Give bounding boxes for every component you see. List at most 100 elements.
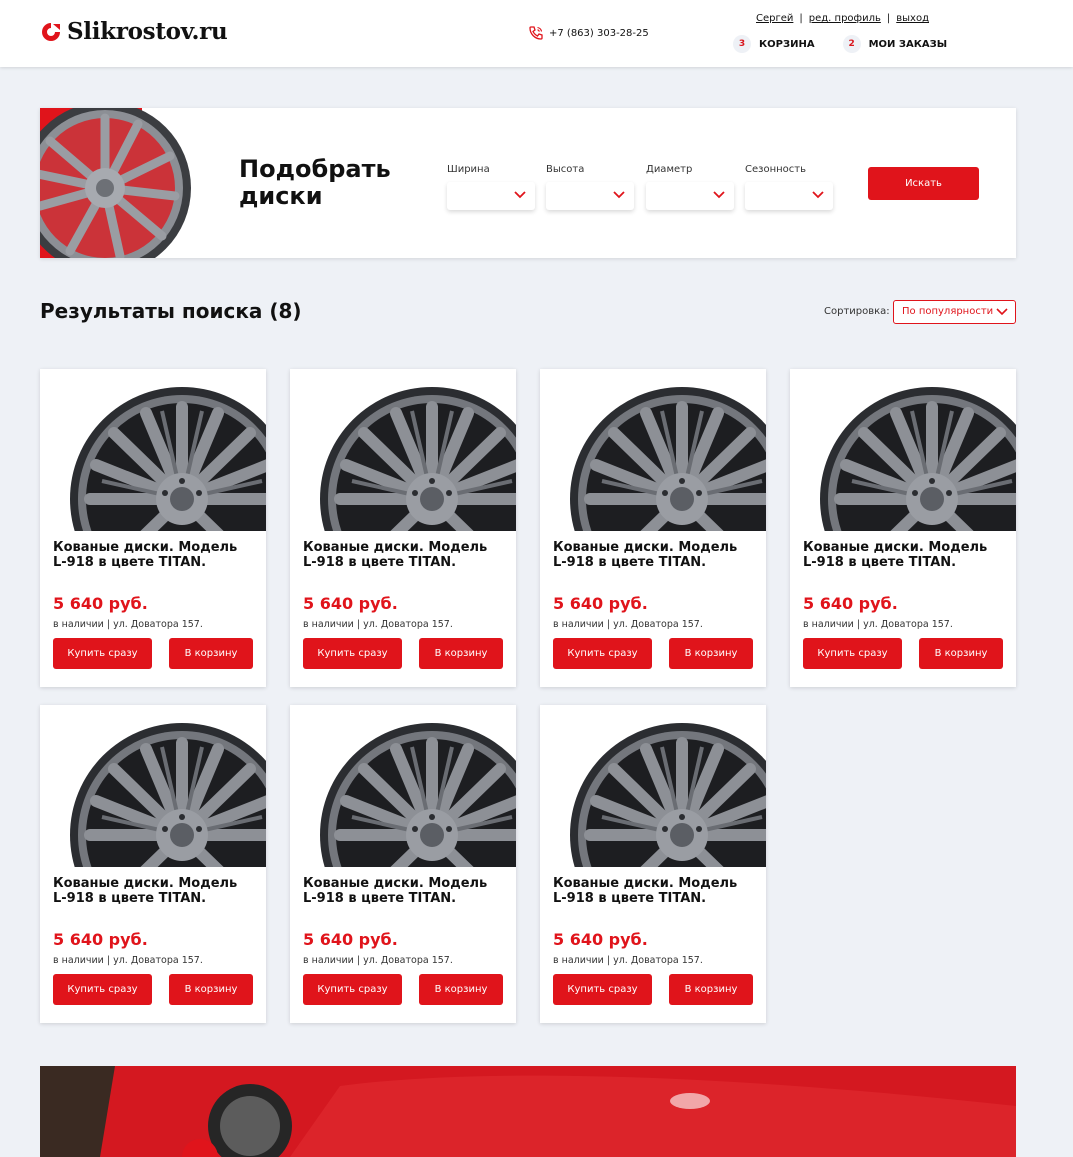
product-card[interactable]: Кованые диски. Модель L-918 в цвете TITA… xyxy=(40,705,266,1023)
buy-now-button[interactable]: Купить сразу xyxy=(803,638,902,669)
user-profile-link[interactable]: Сергей xyxy=(756,13,793,24)
sort-select[interactable]: По популярности xyxy=(893,300,1016,324)
product-image[interactable] xyxy=(40,369,266,531)
filter-title: Подобрать диски xyxy=(239,155,391,210)
product-stock: в наличии | ул. Доватора 157. xyxy=(53,619,203,630)
product-image[interactable] xyxy=(40,705,266,867)
product-image[interactable] xyxy=(790,369,1016,531)
orders-link[interactable]: 2 МОИ ЗАКАЗЫ xyxy=(842,35,948,53)
buy-now-button[interactable]: Купить сразу xyxy=(303,638,402,669)
product-stock: в наличии | ул. Доватора 157. xyxy=(553,619,703,630)
product-stock: в наличии | ул. Доватора 157. xyxy=(553,955,703,966)
diameter-label: Диаметр xyxy=(646,164,693,175)
logo-text: Slikrostov.ru xyxy=(67,18,228,45)
user-links: Сергей | ред. профиль | выход xyxy=(756,13,929,24)
add-to-cart-button[interactable]: В корзину xyxy=(669,638,753,669)
cart-link[interactable]: 3 КОРЗИНА xyxy=(733,35,815,53)
product-title[interactable]: Кованые диски. Модель L-918 в цвете TITA… xyxy=(803,540,1003,570)
buy-now-button[interactable]: Купить сразу xyxy=(553,638,652,669)
product-price: 5 640 руб. xyxy=(553,594,648,613)
orders-count-badge: 2 xyxy=(842,35,861,53)
product-title[interactable]: Кованые диски. Модель L-918 в цвете TITA… xyxy=(53,540,253,570)
width-field: Ширина xyxy=(447,164,535,210)
buy-now-button[interactable]: Купить сразу xyxy=(303,974,402,1005)
add-to-cart-button[interactable]: В корзину xyxy=(419,638,503,669)
width-label: Ширина xyxy=(447,164,490,175)
cart-links: 3 КОРЗИНА 2 МОИ ЗАКАЗЫ xyxy=(733,35,975,53)
product-title[interactable]: Кованые диски. Модель L-918 в цвете TITA… xyxy=(553,876,753,906)
phone-number: +7 (863) 303-28-25 xyxy=(549,27,649,39)
wheel-image xyxy=(320,723,516,867)
season-select[interactable] xyxy=(745,182,833,210)
site-header: Slikrostov.ru +7 (863) 303-28-25 Сергей … xyxy=(0,0,1073,67)
add-to-cart-button[interactable]: В корзину xyxy=(169,638,253,669)
product-image[interactable] xyxy=(290,705,516,867)
car-banner-image xyxy=(40,1066,1016,1157)
product-title[interactable]: Кованые диски. Модель L-918 в цвете TITA… xyxy=(303,540,503,570)
wheel-image xyxy=(570,387,766,531)
chevron-down-icon xyxy=(613,191,625,199)
product-title[interactable]: Кованые диски. Модель L-918 в цвете TITA… xyxy=(553,540,753,570)
chevron-down-icon xyxy=(514,191,526,199)
product-card[interactable]: Кованые диски. Модель L-918 в цвете TITA… xyxy=(540,705,766,1023)
cart-count-badge: 3 xyxy=(733,35,751,53)
product-title[interactable]: Кованые диски. Модель L-918 в цвете TITA… xyxy=(53,876,253,906)
sort-value: По популярности xyxy=(902,306,994,317)
chevron-down-icon xyxy=(996,308,1008,316)
results-title: Результаты поиска (8) xyxy=(40,299,302,323)
wheel-image xyxy=(40,108,191,258)
sort-label: Сортировка: xyxy=(824,306,890,317)
logo[interactable]: Slikrostov.ru xyxy=(40,18,228,45)
product-grid: Кованые диски. Модель L-918 в цвете TITA… xyxy=(40,369,1016,1023)
edit-profile-link[interactable]: ред. профиль xyxy=(809,13,881,24)
add-to-cart-button[interactable]: В корзину xyxy=(669,974,753,1005)
promo-banner[interactable] xyxy=(40,1066,1016,1157)
product-image[interactable] xyxy=(540,369,766,531)
wheel-image xyxy=(320,387,516,531)
orders-label: МОИ ЗАКАЗЫ xyxy=(868,38,948,50)
add-to-cart-button[interactable]: В корзину xyxy=(419,974,503,1005)
height-field: Высота xyxy=(546,164,634,210)
product-stock: в наличии | ул. Доватора 157. xyxy=(53,955,203,966)
height-label: Высота xyxy=(546,164,585,175)
separator: | xyxy=(799,13,803,24)
phone-contact[interactable]: +7 (863) 303-28-25 xyxy=(528,25,649,41)
diameter-select[interactable] xyxy=(646,182,734,210)
chevron-down-icon xyxy=(812,191,824,199)
buy-now-button[interactable]: Купить сразу xyxy=(53,638,152,669)
add-to-cart-button[interactable]: В корзину xyxy=(919,638,1003,669)
add-to-cart-button[interactable]: В корзину xyxy=(169,974,253,1005)
product-image[interactable] xyxy=(290,369,516,531)
phone-icon xyxy=(529,26,543,40)
product-price: 5 640 руб. xyxy=(553,930,648,949)
product-title[interactable]: Кованые диски. Модель L-918 в цвете TITA… xyxy=(303,876,503,906)
diameter-field: Диаметр xyxy=(646,164,734,210)
product-price: 5 640 руб. xyxy=(53,594,148,613)
product-price: 5 640 руб. xyxy=(803,594,898,613)
product-stock: в наличии | ул. Доватора 157. xyxy=(803,619,953,630)
separator: | xyxy=(886,13,891,24)
product-card[interactable]: Кованые диски. Модель L-918 в цвете TITA… xyxy=(40,369,266,687)
cart-label: КОРЗИНА xyxy=(759,38,815,50)
product-card[interactable]: Кованые диски. Модель L-918 в цвете TITA… xyxy=(540,369,766,687)
product-card[interactable]: Кованые диски. Модель L-918 в цвете TITA… xyxy=(290,705,516,1023)
logo-mark-icon xyxy=(42,22,60,41)
product-image[interactable] xyxy=(540,705,766,867)
chevron-down-icon xyxy=(713,191,725,199)
logout-link[interactable]: выход xyxy=(896,13,929,24)
height-select[interactable] xyxy=(546,182,634,210)
product-stock: в наличии | ул. Доватора 157. xyxy=(303,955,453,966)
wheel-image xyxy=(70,387,266,531)
product-stock: в наличии | ул. Доватора 157. xyxy=(303,619,453,630)
product-card[interactable]: Кованые диски. Модель L-918 в цвете TITA… xyxy=(790,369,1016,687)
season-label: Сезонность xyxy=(745,164,806,175)
buy-now-button[interactable]: Купить сразу xyxy=(53,974,152,1005)
buy-now-button[interactable]: Купить сразу xyxy=(553,974,652,1005)
search-button[interactable]: Искать xyxy=(868,167,979,200)
width-select[interactable] xyxy=(447,182,535,210)
product-price: 5 640 руб. xyxy=(303,594,398,613)
wheel-image xyxy=(570,723,766,867)
wheel-image xyxy=(70,723,266,867)
product-price: 5 640 руб. xyxy=(53,930,148,949)
product-card[interactable]: Кованые диски. Модель L-918 в цвете TITA… xyxy=(290,369,516,687)
